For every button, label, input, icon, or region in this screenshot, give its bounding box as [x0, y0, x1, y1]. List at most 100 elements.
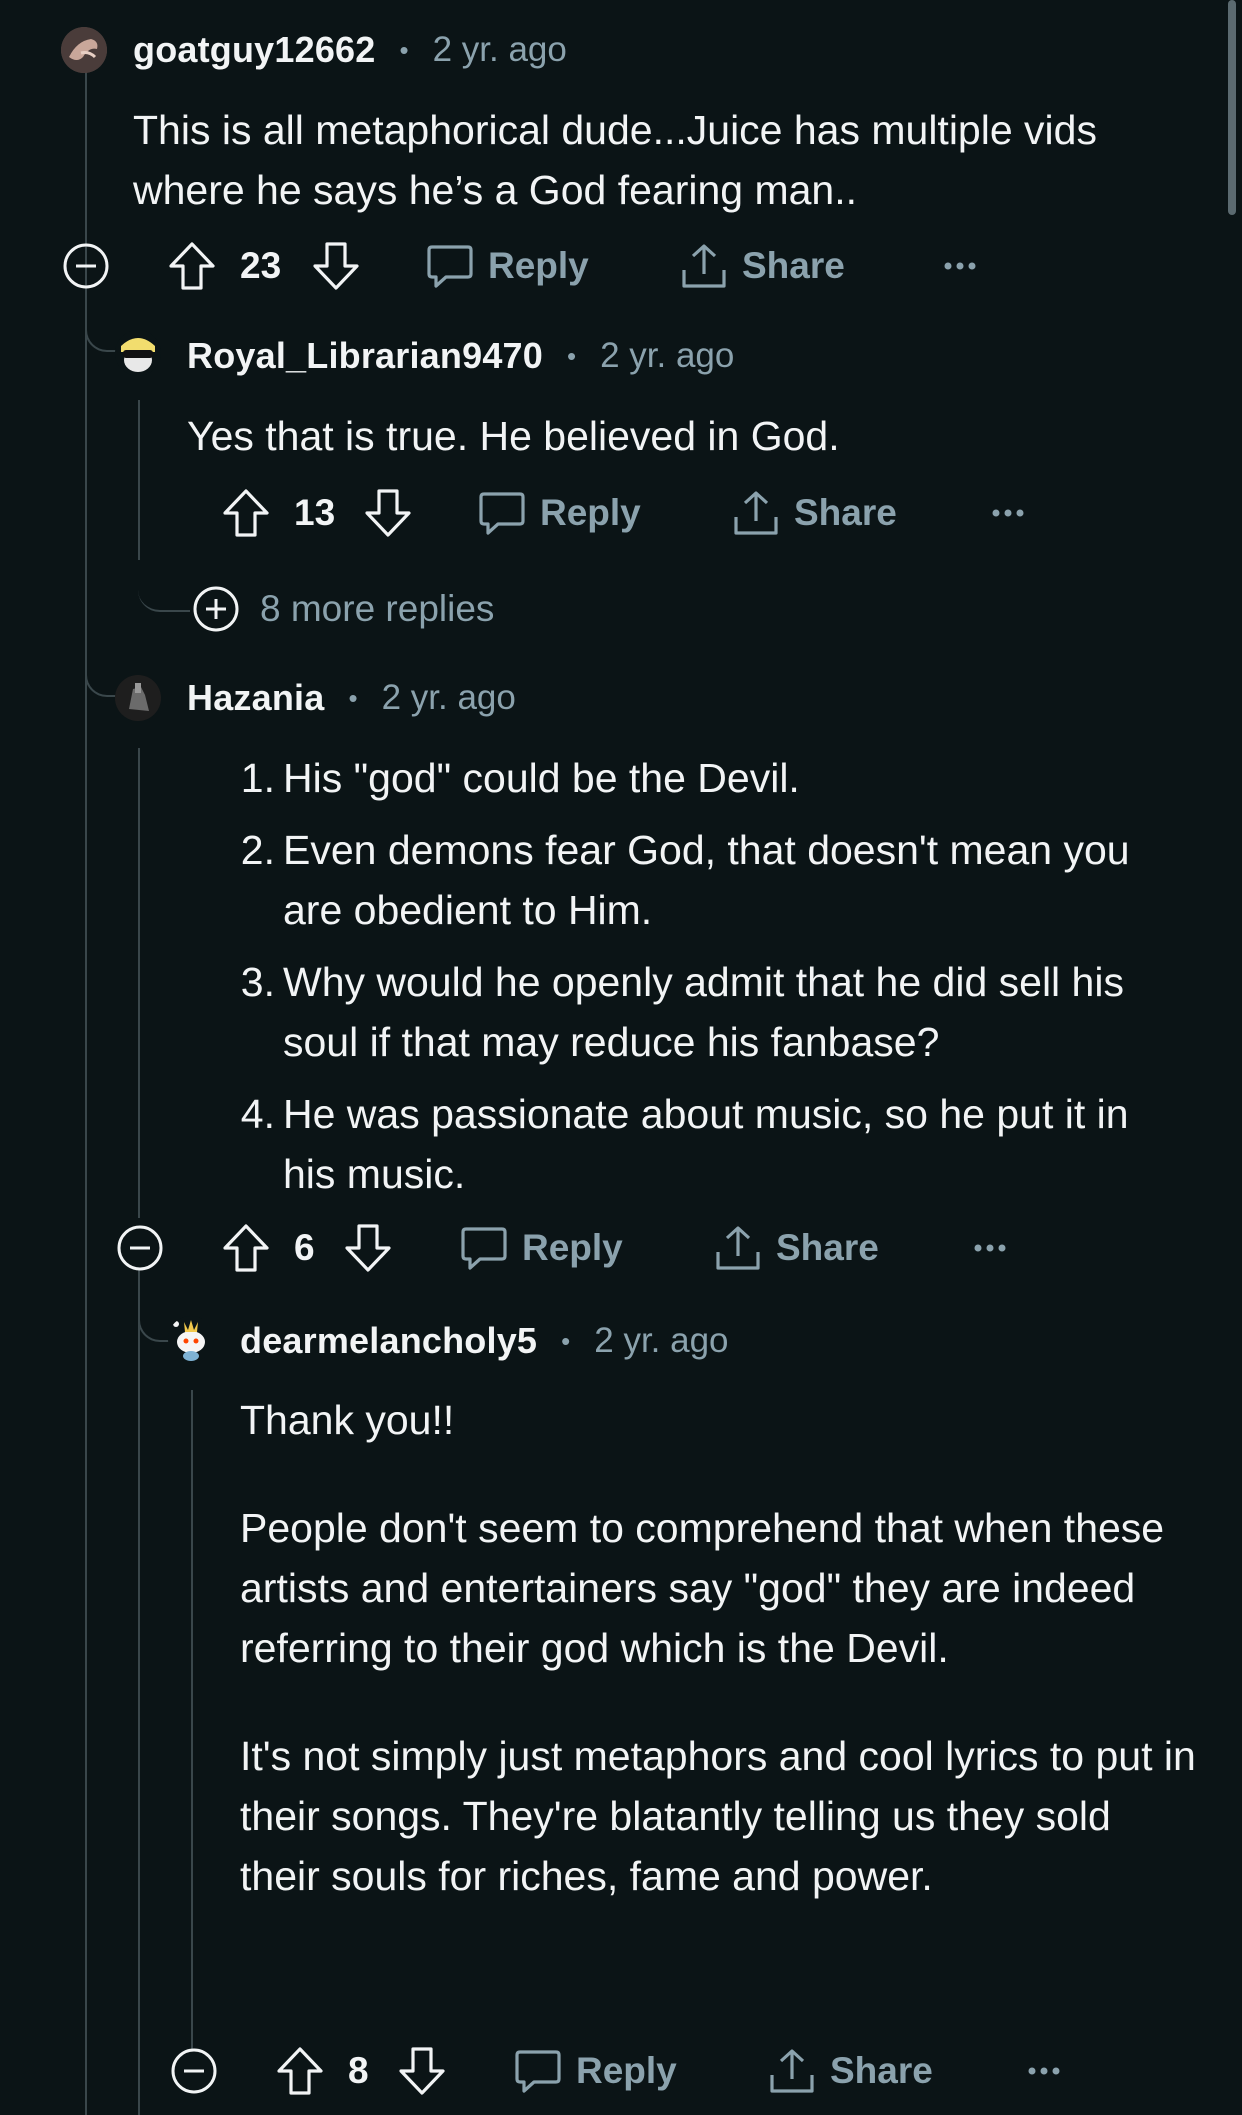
reply-bubble-icon: [427, 245, 473, 288]
downvote-icon: [365, 489, 411, 537]
upvote-icon: [223, 489, 269, 537]
more-options-button[interactable]: [992, 481, 1024, 545]
username[interactable]: goatguy12662: [133, 29, 376, 71]
share-label: Share: [742, 245, 845, 286]
collapse-icon: [63, 243, 109, 289]
vote-count: 6: [294, 1216, 315, 1280]
vote-count-text: 8: [348, 2050, 369, 2091]
comment-actions: 23 Reply Share: [0, 234, 1242, 298]
list-text: He was passionate about music, so he put…: [283, 1091, 1129, 1197]
separator-dot: •: [566, 340, 577, 371]
list-item: 3. Why would he openly admit that he did…: [219, 952, 1179, 1072]
downvote-button[interactable]: [398, 2039, 446, 2103]
timestamp: 2 yr. ago: [600, 336, 735, 375]
downvote-button[interactable]: [312, 234, 360, 298]
more-replies-button[interactable]: 8 more replies: [192, 584, 494, 634]
comment-actions: 6 Reply Share: [0, 1216, 1242, 1280]
downvote-icon: [313, 242, 359, 290]
vote-count-text: 6: [294, 1227, 315, 1268]
more-options-button[interactable]: [974, 1216, 1006, 1280]
avatar[interactable]: [115, 675, 161, 721]
reply-button[interactable]: Reply: [514, 2039, 677, 2103]
comment-body: This is all metaphorical dude...Juice ha…: [133, 100, 1193, 220]
upvote-icon: [169, 242, 215, 290]
more-options-button[interactable]: [1028, 2039, 1060, 2103]
list-item: 2. Even demons fear God, that doesn't me…: [219, 820, 1179, 940]
reply-label: Reply: [488, 245, 589, 286]
share-icon: [716, 1226, 760, 1270]
more-icon: [974, 1244, 1006, 1252]
share-icon: [734, 491, 778, 535]
collapse-button[interactable]: [62, 234, 110, 298]
comment-body: Yes that is true. He believed in God.: [187, 406, 1187, 466]
avatar[interactable]: [168, 1316, 214, 1362]
vote-count: 13: [294, 481, 335, 545]
comment-header: Royal_Librarian9470 • 2 yr. ago: [187, 331, 734, 381]
avatar[interactable]: [115, 330, 161, 376]
list-text: His "god" could be the Devil.: [283, 755, 800, 801]
more-icon: [992, 509, 1024, 517]
user-avatar-icon: [61, 27, 107, 73]
reply-button[interactable]: Reply: [426, 234, 589, 298]
downvote-button[interactable]: [364, 481, 412, 545]
snoo-avatar-icon: [173, 1320, 205, 1361]
collapse-icon: [171, 2048, 217, 2094]
more-replies-label: 8 more replies: [260, 588, 495, 629]
reply-label: Reply: [540, 492, 641, 533]
comment-paragraph: This is all metaphorical dude...Juice ha…: [133, 107, 1097, 213]
user-avatar-icon: [115, 675, 161, 721]
share-button[interactable]: Share: [680, 234, 845, 298]
collapse-button[interactable]: [170, 2039, 218, 2103]
numbered-list: 1. His "god" could be the Devil. 2. Even…: [219, 748, 1179, 1204]
share-button[interactable]: Share: [768, 2039, 933, 2103]
share-icon: [770, 2049, 814, 2093]
reply-bubble-icon: [479, 492, 525, 535]
collapse-button[interactable]: [116, 1216, 164, 1280]
comment-body: Thank you!! People don't seem to compreh…: [240, 1390, 1200, 1906]
list-text: Why would he openly admit that he did se…: [283, 959, 1124, 1065]
more-icon: [944, 262, 976, 270]
reply-bubble-icon: [461, 1227, 507, 1270]
thread-line-dearmelancholy: [191, 1390, 193, 2050]
collapse-icon: [117, 1225, 163, 1271]
reply-button[interactable]: Reply: [460, 1216, 623, 1280]
upvote-button[interactable]: [276, 2039, 324, 2103]
share-button[interactable]: Share: [732, 481, 897, 545]
comment-paragraph: Yes that is true. He believed in God.: [187, 413, 840, 459]
more-options-button[interactable]: [944, 234, 976, 298]
share-label: Share: [794, 492, 897, 533]
username[interactable]: Hazania: [187, 677, 324, 719]
vote-count-text: 23: [240, 245, 282, 286]
username[interactable]: Royal_Librarian9470: [187, 335, 543, 377]
vote-count: 8: [348, 2039, 369, 2103]
upvote-button[interactable]: [222, 481, 270, 545]
upvote-button[interactable]: [168, 234, 216, 298]
comment-header: Hazania • 2 yr. ago: [187, 673, 516, 723]
thread-line-level-1: [85, 66, 87, 2115]
reply-button[interactable]: Reply: [478, 481, 641, 545]
list-item: 4. He was passionate about music, so he …: [219, 1084, 1179, 1204]
separator-dot: •: [348, 682, 358, 713]
comment-header: goatguy12662 • 2 yr. ago: [133, 25, 567, 75]
avatar[interactable]: [61, 27, 107, 73]
timestamp: 2 yr. ago: [594, 1321, 729, 1360]
upvote-button[interactable]: [222, 1216, 270, 1280]
username[interactable]: dearmelancholy5: [240, 1320, 537, 1362]
separator-dot: •: [561, 1325, 571, 1356]
vote-count-text: 13: [294, 492, 336, 533]
expand-icon: [193, 586, 239, 632]
upvote-icon: [223, 1224, 269, 1272]
reply-label: Reply: [522, 1227, 623, 1268]
share-label: Share: [776, 1227, 879, 1268]
timestamp: 2 yr. ago: [381, 678, 516, 717]
list-number: 4.: [240, 1091, 275, 1137]
scrollbar[interactable]: [1228, 0, 1236, 215]
thread-curve-royal: [85, 300, 117, 352]
thread-line-hazania-lower: [138, 1280, 140, 2115]
list-number: 3.: [240, 959, 275, 1005]
thread-curve-more-replies: [138, 540, 190, 612]
downvote-icon: [345, 1224, 391, 1272]
downvote-button[interactable]: [344, 1216, 392, 1280]
list-item: 1. His "god" could be the Devil.: [219, 748, 1179, 808]
share-button[interactable]: Share: [714, 1216, 879, 1280]
